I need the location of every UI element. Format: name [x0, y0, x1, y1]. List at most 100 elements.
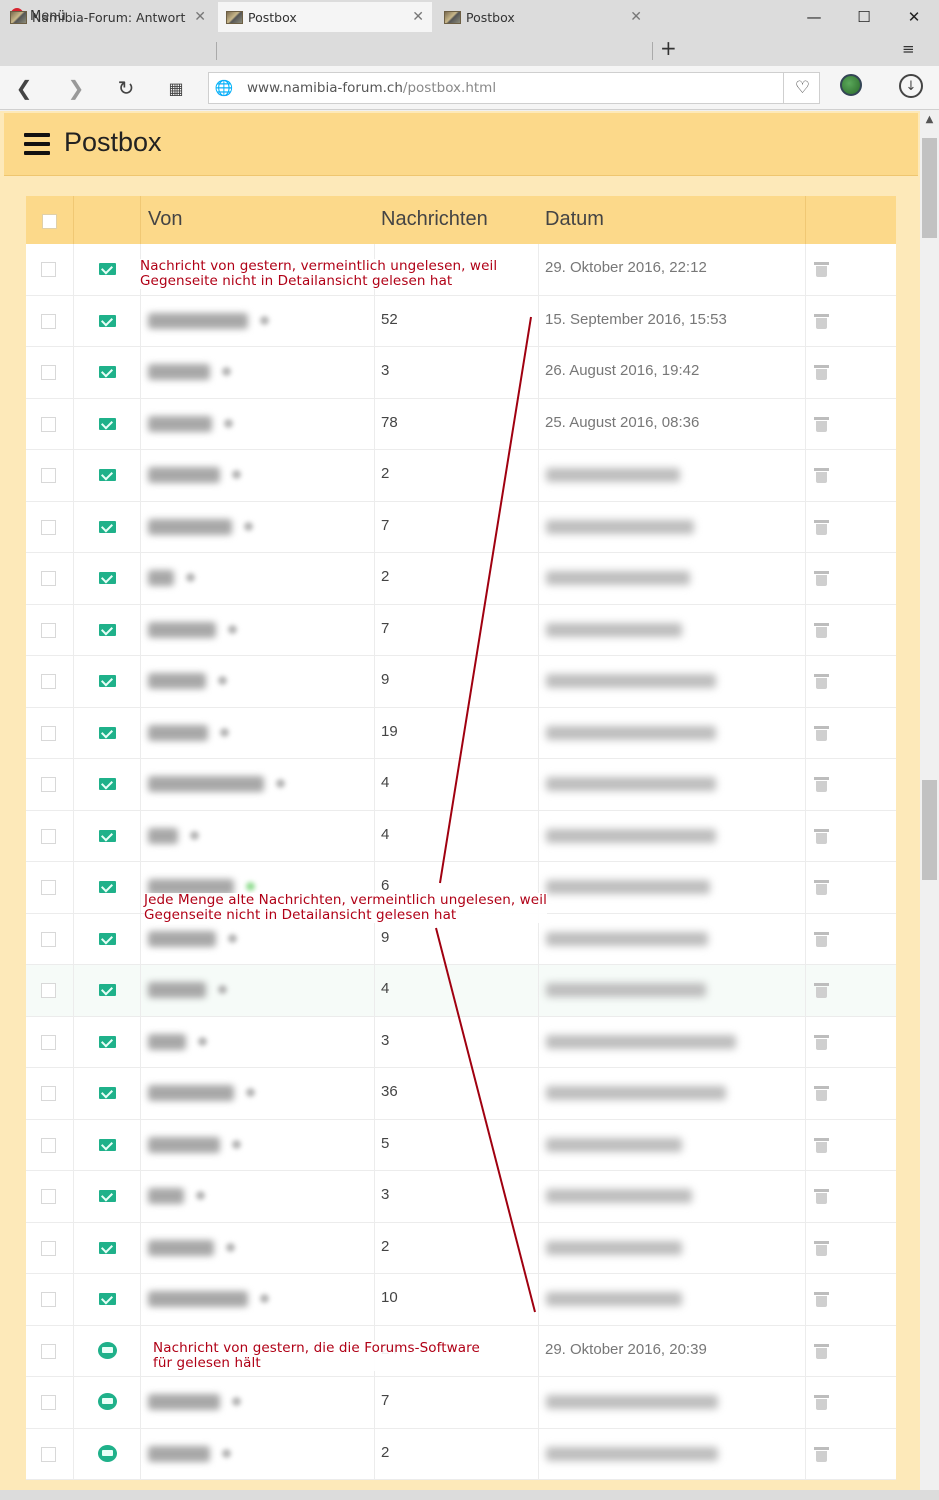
tab-namibia-forum[interactable]: Namibia-Forum: Antwort a ✕	[2, 2, 214, 32]
unread-envelope-icon[interactable]	[99, 1293, 116, 1305]
trash-icon[interactable]	[814, 1446, 829, 1462]
sender-name-blurred[interactable]	[148, 1394, 220, 1410]
row-checkbox[interactable]	[41, 931, 56, 947]
sender-name-blurred[interactable]	[148, 1291, 248, 1307]
row-checkbox[interactable]	[41, 725, 56, 741]
sender-name-blurred[interactable]	[148, 1239, 214, 1256]
table-row[interactable]: 3	[26, 1171, 896, 1223]
unread-envelope-icon[interactable]	[99, 1087, 116, 1099]
close-icon[interactable]: ✕	[412, 9, 424, 25]
hamburger-menu-icon[interactable]	[24, 133, 50, 155]
row-checkbox[interactable]	[41, 416, 56, 432]
trash-icon[interactable]	[814, 519, 829, 535]
row-checkbox[interactable]	[41, 777, 56, 792]
trash-icon[interactable]	[814, 1240, 829, 1256]
read-envelope-icon[interactable]	[98, 1393, 117, 1410]
trash-icon[interactable]	[814, 1343, 829, 1359]
table-row[interactable]: 4	[26, 965, 896, 1017]
download-icon[interactable]: ↓	[899, 74, 923, 98]
sender-name-blurred[interactable]	[148, 1085, 234, 1101]
vpn-globe-icon[interactable]	[840, 74, 862, 96]
sender-name-blurred[interactable]	[148, 982, 206, 998]
trash-icon[interactable]	[814, 1137, 829, 1153]
minimize-icon[interactable]: —	[789, 0, 839, 34]
table-row[interactable]: 3	[26, 1016, 896, 1068]
back-icon[interactable]: ❮	[10, 74, 38, 102]
unread-envelope-icon[interactable]	[99, 675, 116, 687]
close-window-icon[interactable]: ✕	[889, 0, 939, 34]
trash-icon[interactable]	[814, 1395, 829, 1410]
sender-name-blurred[interactable]	[148, 776, 264, 792]
table-row[interactable]: 2	[26, 553, 896, 605]
unread-envelope-icon[interactable]	[99, 623, 116, 636]
unread-envelope-icon[interactable]	[99, 314, 116, 327]
trash-icon[interactable]	[814, 1292, 829, 1307]
row-checkbox[interactable]	[41, 880, 56, 895]
scrollbar-thumb-secondary[interactable]	[922, 780, 937, 880]
column-header-messages[interactable]: Nachrichten	[381, 208, 488, 231]
table-row[interactable]: 7	[26, 501, 896, 553]
bookmark-heart-icon[interactable]: ♡	[783, 73, 821, 103]
tab-postbox-active[interactable]: Postbox ✕	[218, 2, 432, 32]
trash-icon[interactable]	[814, 828, 829, 844]
trash-icon[interactable]	[814, 1034, 829, 1050]
forward-icon[interactable]: ❯	[62, 74, 90, 102]
row-checkbox[interactable]	[41, 1395, 56, 1410]
table-row[interactable]: 4	[26, 759, 896, 811]
address-bar[interactable]: 🌐 www.namibia-forum.ch/postbox.html ♡	[208, 72, 820, 104]
table-row[interactable]: 5	[26, 1119, 896, 1171]
table-row[interactable]: 52 15. September 2016, 15:53	[26, 295, 896, 347]
table-row[interactable]: 19	[26, 707, 896, 759]
table-row[interactable]: 2	[26, 1428, 896, 1480]
table-row[interactable]: 7	[26, 604, 896, 656]
unread-envelope-icon[interactable]	[99, 1138, 116, 1151]
read-envelope-icon[interactable]	[98, 1444, 117, 1462]
scrollbar-thumb[interactable]	[922, 138, 937, 238]
table-row[interactable]: 9	[26, 656, 896, 708]
sender-name-blurred[interactable]	[148, 930, 216, 947]
row-checkbox[interactable]	[41, 571, 56, 586]
column-header-date[interactable]: Datum	[545, 208, 604, 231]
sender-name-blurred[interactable]	[148, 1445, 210, 1462]
table-row[interactable]: 2	[26, 1222, 896, 1274]
site-info-icon[interactable]: 🌐	[215, 79, 234, 97]
close-icon[interactable]: ✕	[630, 9, 642, 25]
row-checkbox[interactable]	[41, 1292, 56, 1307]
tab-postbox[interactable]: Postbox ✕	[436, 2, 650, 32]
unread-envelope-icon[interactable]	[99, 366, 116, 378]
row-checkbox[interactable]	[41, 1240, 56, 1256]
sender-name-blurred[interactable]	[148, 570, 174, 586]
row-checkbox[interactable]	[41, 1446, 56, 1462]
row-checkbox[interactable]	[41, 1137, 56, 1153]
sender-name-blurred[interactable]	[148, 673, 206, 689]
unread-envelope-icon[interactable]	[99, 984, 116, 996]
trash-icon[interactable]	[814, 931, 829, 947]
unread-envelope-icon[interactable]	[99, 726, 116, 739]
unread-envelope-icon[interactable]	[99, 1190, 116, 1202]
sender-name-blurred[interactable]	[148, 1188, 184, 1204]
row-checkbox[interactable]	[41, 468, 56, 483]
reload-icon[interactable]: ↻	[112, 74, 140, 102]
trash-icon[interactable]	[814, 313, 829, 329]
trash-icon[interactable]	[814, 1189, 829, 1204]
row-checkbox[interactable]	[41, 1343, 56, 1359]
row-checkbox[interactable]	[41, 262, 56, 277]
table-row[interactable]: 2	[26, 450, 896, 502]
trash-icon[interactable]	[814, 416, 829, 432]
url-text[interactable]: www.namibia-forum.ch/postbox.html	[247, 80, 496, 96]
trash-icon[interactable]	[814, 571, 829, 586]
row-checkbox[interactable]	[41, 674, 56, 689]
trash-icon[interactable]	[814, 365, 829, 380]
sender-name-blurred[interactable]	[148, 415, 212, 432]
sender-name-blurred[interactable]	[148, 1136, 220, 1153]
sender-name-blurred[interactable]	[148, 312, 248, 329]
unread-envelope-icon[interactable]	[99, 829, 116, 842]
table-row[interactable]: 7	[26, 1377, 896, 1429]
column-header-from[interactable]: Von	[148, 208, 182, 231]
read-envelope-icon[interactable]	[98, 1341, 117, 1359]
sender-name-blurred[interactable]	[148, 621, 216, 638]
trash-icon[interactable]	[814, 622, 829, 638]
unread-envelope-icon[interactable]	[99, 881, 116, 893]
tab-menu-icon[interactable]: ≡	[902, 40, 915, 58]
trash-icon[interactable]	[814, 468, 829, 483]
